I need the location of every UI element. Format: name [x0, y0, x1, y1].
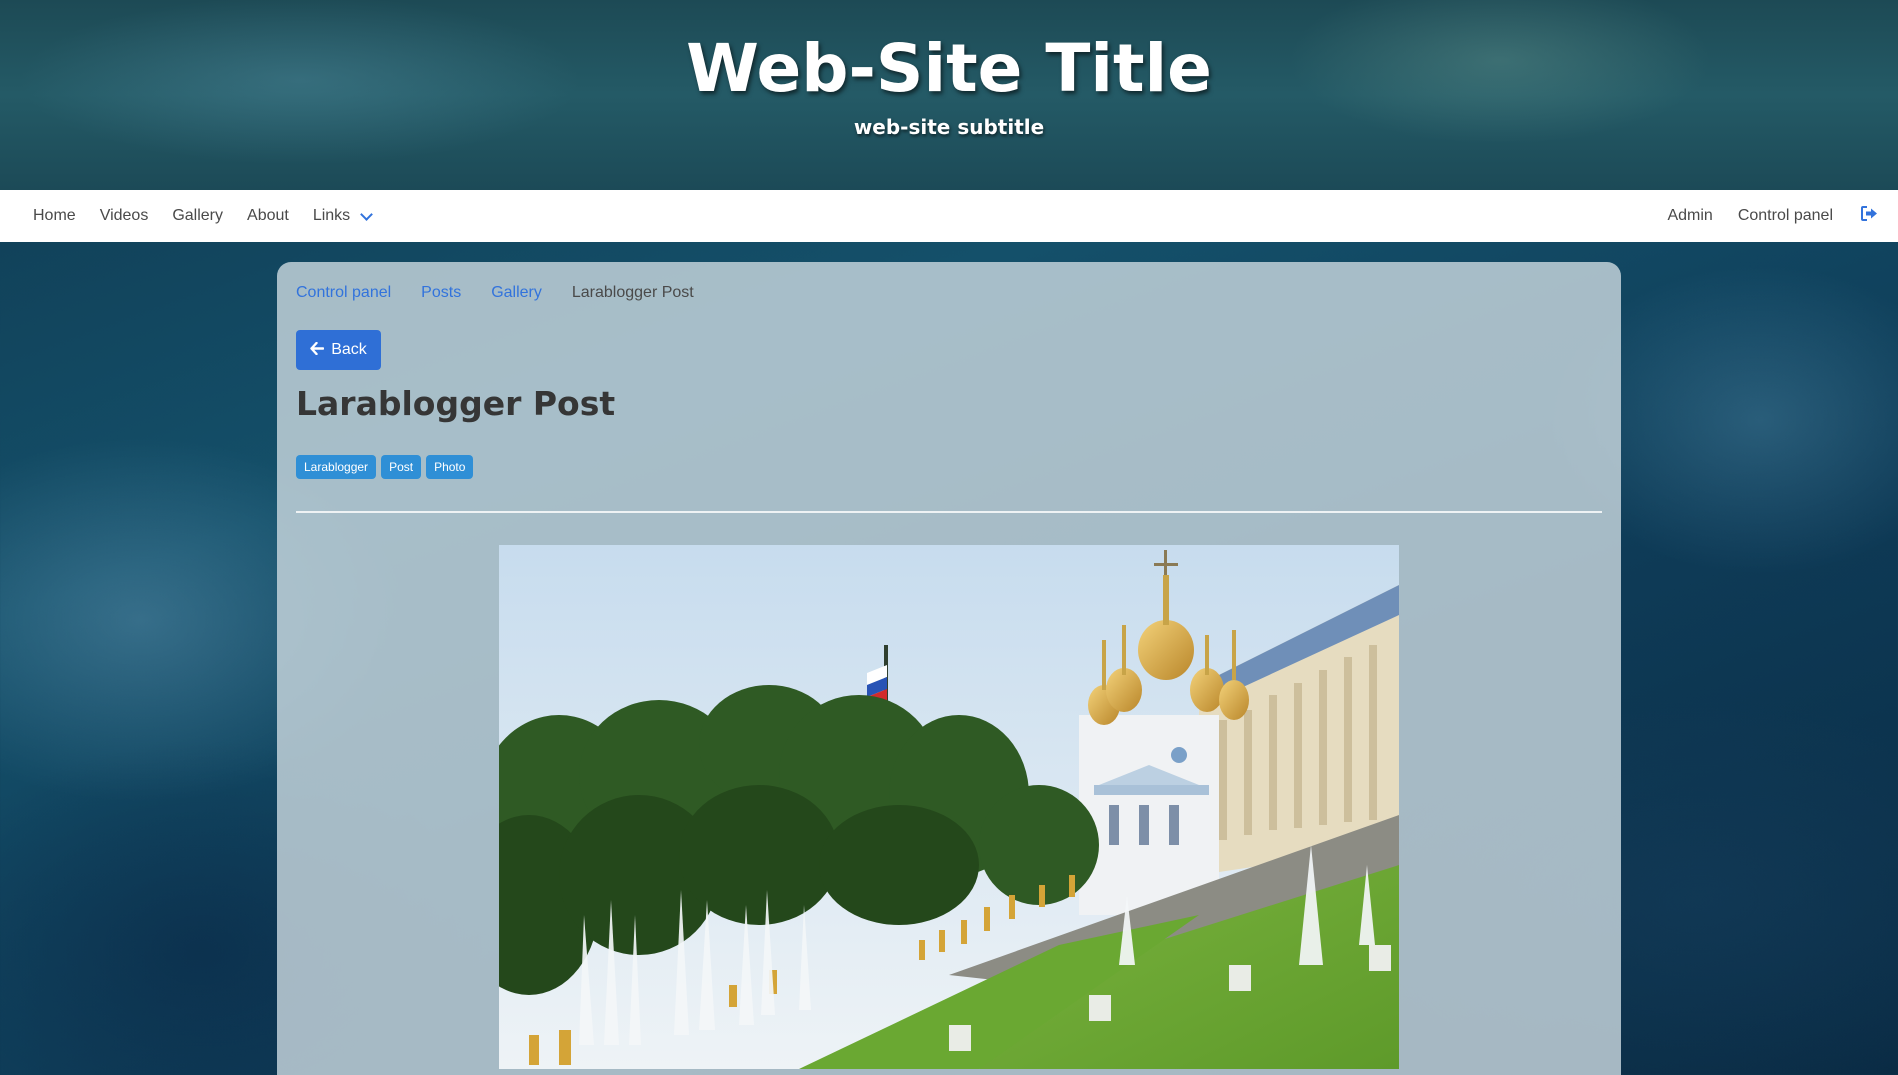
breadcrumb-posts[interactable]: Posts	[421, 284, 461, 302]
post-image	[499, 545, 1399, 1069]
nav-gallery[interactable]: Gallery	[172, 207, 223, 225]
post-card: Control panel Posts Gallery Larablogger …	[277, 262, 1621, 1075]
breadcrumb-control-panel[interactable]: Control panel	[296, 284, 391, 302]
divider	[296, 511, 1602, 513]
back-button-label: Back	[331, 341, 367, 358]
sign-out-icon[interactable]	[1861, 206, 1878, 226]
post-title: Larablogger Post	[296, 384, 616, 423]
tag-photo[interactable]: Photo	[426, 455, 474, 479]
nav-home[interactable]: Home	[33, 207, 76, 225]
nav-about[interactable]: About	[247, 207, 289, 225]
site-subtitle: web-site subtitle	[853, 115, 1045, 139]
breadcrumb-current: Larablogger Post	[571, 284, 694, 301]
breadcrumb-gallery[interactable]: Gallery	[491, 284, 542, 302]
navbar-left: Home Videos Gallery About Links	[33, 207, 395, 225]
back-button[interactable]: Back	[296, 330, 381, 370]
nav-links-label: Links	[312, 207, 351, 224]
tag-post[interactable]: Post	[381, 455, 422, 479]
arrow-left-icon	[310, 340, 325, 360]
nav-links-dropdown[interactable]: Links	[312, 207, 374, 225]
breadcrumb: Control panel Posts Gallery Larablogger …	[296, 284, 694, 302]
site-header: Web-Site Title web-site subtitle	[0, 0, 1898, 190]
chevron-down-icon	[360, 207, 374, 221]
site-title: Web-Site Title	[686, 30, 1212, 107]
nav-control-panel[interactable]: Control panel	[1738, 207, 1833, 225]
navbar-right: Admin Control panel	[1642, 206, 1878, 226]
post-tags: Larablogger Post Photo	[296, 455, 478, 479]
tag-larablogger[interactable]: Larablogger	[296, 455, 377, 479]
nav-videos[interactable]: Videos	[100, 207, 149, 225]
nav-admin[interactable]: Admin	[1667, 207, 1712, 225]
main-navbar: Home Videos Gallery About Links Admin Co…	[0, 190, 1898, 242]
